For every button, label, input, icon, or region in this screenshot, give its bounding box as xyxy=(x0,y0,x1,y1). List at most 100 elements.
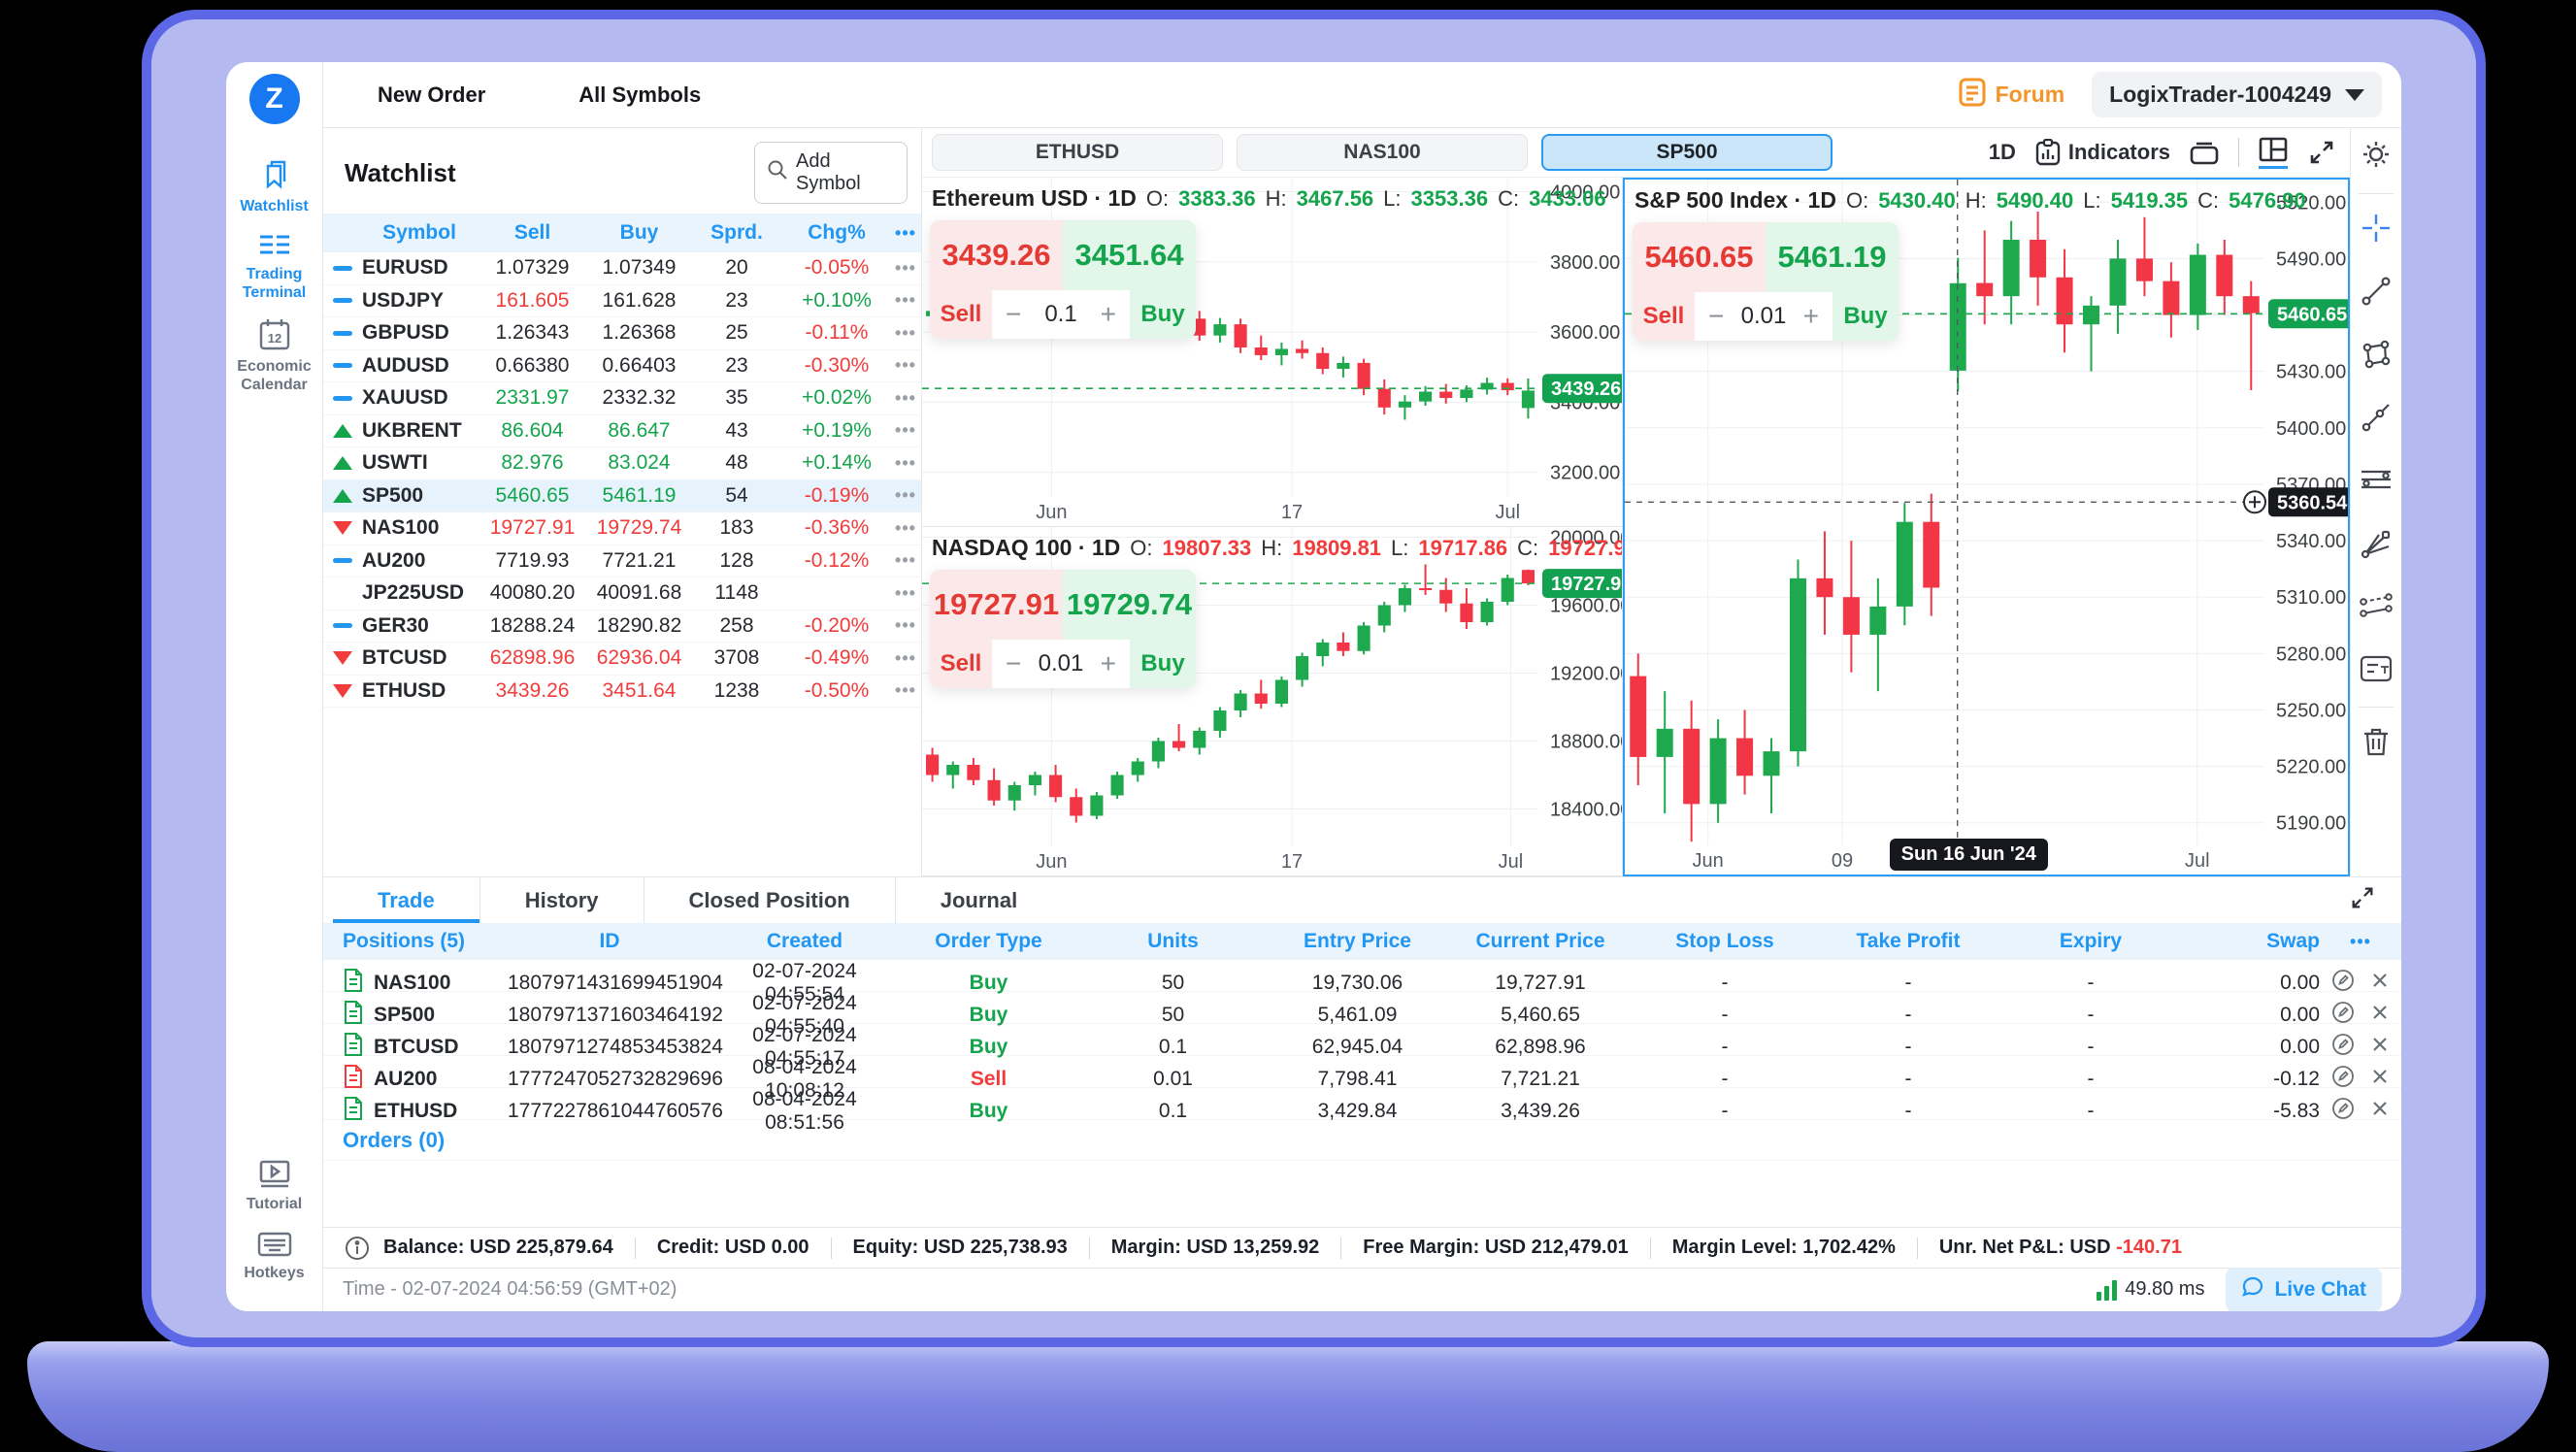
chart-nas100[interactable]: 20000.0019600.0019200.0018800.0018400.00… xyxy=(922,527,1623,876)
quantity-stepper[interactable]: − 0.01 + xyxy=(992,640,1130,688)
sell-price-box[interactable]: 3439.26 xyxy=(930,220,1063,290)
row-menu-icon[interactable]: ••• xyxy=(890,290,921,311)
buy-button[interactable]: Buy xyxy=(1130,290,1196,339)
watchlist-row-eurusd[interactable]: EURUSD 1.07329 1.07349 20 -0.05% ••• xyxy=(323,252,921,285)
chart-tab-sp500[interactable]: SP500 xyxy=(1541,134,1833,171)
horizontal-lines-icon[interactable] xyxy=(2359,464,2394,502)
row-menu-icon[interactable]: ••• xyxy=(890,323,921,344)
chart-sp500[interactable]: 5520.005490.005460.005430.005400.005370.… xyxy=(1623,178,2350,876)
minus-icon[interactable]: − xyxy=(1006,299,1021,330)
plus-icon[interactable]: + xyxy=(1803,301,1819,332)
buy-price-box[interactable]: 5461.19 xyxy=(1766,222,1899,292)
buy-price-box[interactable]: 19729.74 xyxy=(1063,570,1196,640)
orders-section-label[interactable]: Orders (0) xyxy=(343,1128,445,1153)
sell-button[interactable]: Sell xyxy=(930,290,992,339)
watchlist-row-btcusd[interactable]: BTCUSD 62898.96 62936.04 3708 -0.49% ••• xyxy=(323,643,921,676)
row-menu-icon[interactable]: ••• xyxy=(890,258,921,279)
plus-icon[interactable]: + xyxy=(1101,648,1116,679)
minus-icon[interactable]: − xyxy=(1006,648,1021,679)
add-symbol-search[interactable]: Add Symbol xyxy=(754,142,908,204)
row-menu-icon[interactable]: ••• xyxy=(890,583,921,604)
watchlist-row-ukbrent[interactable]: UKBRENT 86.604 86.647 43 +0.19% ••• xyxy=(323,415,921,448)
fullscreen-icon[interactable] xyxy=(2307,138,2336,167)
crosshair-icon[interactable] xyxy=(2360,212,2393,249)
snapshot-icon[interactable] xyxy=(2190,140,2219,165)
watchlist-row-xauusd[interactable]: XAUUSD 2331.97 2332.32 35 +0.02% ••• xyxy=(323,382,921,415)
positions-section-label[interactable]: Positions (5) xyxy=(323,930,508,953)
indicators-button[interactable]: Indicators xyxy=(2035,139,2170,166)
app-logo-icon[interactable]: Z xyxy=(249,74,300,124)
sidebar-item-trading-terminal[interactable]: Trading Terminal xyxy=(226,231,322,302)
polyline-icon[interactable] xyxy=(2359,590,2394,628)
menu-all-symbols[interactable]: All Symbols xyxy=(578,82,701,108)
edit-position-icon[interactable] xyxy=(2331,969,2355,998)
row-menu-icon[interactable]: ••• xyxy=(890,550,921,571)
quantity-stepper[interactable]: − 0.1 + xyxy=(992,290,1130,339)
row-menu-icon[interactable]: ••• xyxy=(890,680,921,701)
menu-new-order[interactable]: New Order xyxy=(378,82,485,108)
row-menu-icon[interactable]: ••• xyxy=(890,648,921,669)
sidebar-item-economic-calendar[interactable]: 12 Economic Calendar xyxy=(226,317,322,394)
tab-history[interactable]: History xyxy=(480,877,644,923)
row-menu-icon[interactable]: ••• xyxy=(890,485,921,506)
row-menu-icon[interactable]: ••• xyxy=(890,388,921,409)
shape-icon[interactable] xyxy=(2360,338,2393,376)
row-menu-icon[interactable]: ••• xyxy=(890,420,921,441)
quantity-stepper[interactable]: − 0.01 + xyxy=(1695,292,1833,341)
layout-button[interactable] xyxy=(2259,136,2288,169)
positions-menu-icon[interactable]: ••• xyxy=(2320,932,2401,952)
chart-tab-nas100[interactable]: NAS100 xyxy=(1237,134,1528,171)
position-row-au200[interactable]: AU200 1777247052732829696 08-04-2024 10:… xyxy=(323,1056,2401,1088)
position-row-ethusd[interactable]: ETHUSD 1777227861044760576 08-04-2024 08… xyxy=(323,1088,2401,1120)
position-row-sp500[interactable]: SP500 1807971371603464192 02-07-2024 04:… xyxy=(323,992,2401,1024)
close-position-icon[interactable] xyxy=(2370,1067,2390,1092)
edit-position-icon[interactable] xyxy=(2331,1001,2355,1030)
ray-line-icon[interactable] xyxy=(2360,401,2393,439)
buy-price-box[interactable]: 3451.64 xyxy=(1063,220,1196,290)
sidebar-item-hotkeys[interactable]: Hotkeys xyxy=(244,1230,304,1282)
close-position-icon[interactable] xyxy=(2370,1035,2390,1060)
settings-gear-icon[interactable] xyxy=(2360,138,2393,176)
fan-lines-icon[interactable] xyxy=(2360,527,2393,565)
sell-price-box[interactable]: 19727.91 xyxy=(930,570,1063,640)
position-row-btcusd[interactable]: BTCUSD 1807971274853453824 02-07-2024 04… xyxy=(323,1024,2401,1056)
close-position-icon[interactable] xyxy=(2370,1003,2390,1028)
edit-position-icon[interactable] xyxy=(2331,1033,2355,1062)
watchlist-row-jp225usd[interactable]: JP225USD 40080.20 40091.68 1148 ••• xyxy=(323,578,921,610)
sell-button[interactable]: Sell xyxy=(1633,292,1695,341)
watchlist-row-ger30[interactable]: GER30 18288.24 18290.82 258 -0.20% ••• xyxy=(323,610,921,644)
watchlist-row-audusd[interactable]: AUDUSD 0.66380 0.66403 23 -0.30% ••• xyxy=(323,350,921,383)
plus-icon[interactable]: + xyxy=(1101,299,1116,330)
buy-button[interactable]: Buy xyxy=(1833,292,1899,341)
watchlist-row-sp500[interactable]: SP500 5460.65 5461.19 54 -0.19% ••• xyxy=(323,480,921,513)
trash-icon[interactable] xyxy=(2361,725,2392,763)
panel-expand-icon[interactable] xyxy=(2349,884,2376,916)
trend-line-icon[interactable] xyxy=(2360,275,2393,313)
position-row-nas100[interactable]: NAS100 1807971431699451904 02-07-2024 04… xyxy=(323,960,2401,992)
watchlist-row-nas100[interactable]: NAS100 19727.91 19729.74 183 -0.36% ••• xyxy=(323,512,921,545)
timeframe-button[interactable]: 1D xyxy=(1989,140,2016,165)
close-position-icon[interactable] xyxy=(2370,971,2390,996)
sell-price-box[interactable]: 5460.65 xyxy=(1633,222,1766,292)
tab-journal[interactable]: Journal xyxy=(896,877,1062,923)
watchlist-row-uswti[interactable]: USWTI 82.976 83.024 48 +0.14% ••• xyxy=(323,447,921,480)
watchlist-header-menu-icon[interactable]: ••• xyxy=(890,223,921,244)
tab-closed-position[interactable]: Closed Position xyxy=(644,877,896,923)
watchlist-row-usdjpy[interactable]: USDJPY 161.605 161.628 23 +0.10% ••• xyxy=(323,285,921,318)
sidebar-item-tutorial[interactable]: Tutorial xyxy=(244,1159,304,1213)
live-chat-button[interactable]: Live Chat xyxy=(2226,1268,2382,1312)
watchlist-row-ethusd[interactable]: ETHUSD 3439.26 3451.64 1238 -0.50% ••• xyxy=(323,676,921,709)
row-menu-icon[interactable]: ••• xyxy=(890,518,921,539)
notes-icon[interactable] xyxy=(2359,653,2394,689)
watchlist-row-au200[interactable]: AU200 7719.93 7721.21 128 -0.12% ••• xyxy=(323,545,921,578)
sidebar-item-watchlist[interactable]: Watchlist xyxy=(226,159,322,215)
minus-icon[interactable]: − xyxy=(1708,301,1724,332)
sell-button[interactable]: Sell xyxy=(930,640,992,688)
chart-tab-ethusd[interactable]: ETHUSD xyxy=(932,134,1223,171)
watchlist-row-gbpusd[interactable]: GBPUSD 1.26343 1.26368 25 -0.11% ••• xyxy=(323,317,921,350)
edit-position-icon[interactable] xyxy=(2331,1065,2355,1094)
row-menu-icon[interactable]: ••• xyxy=(890,615,921,636)
row-menu-icon[interactable]: ••• xyxy=(890,355,921,376)
account-dropdown[interactable]: LogixTrader-1004249 xyxy=(2092,72,2382,117)
tab-trade[interactable]: Trade xyxy=(333,877,480,923)
